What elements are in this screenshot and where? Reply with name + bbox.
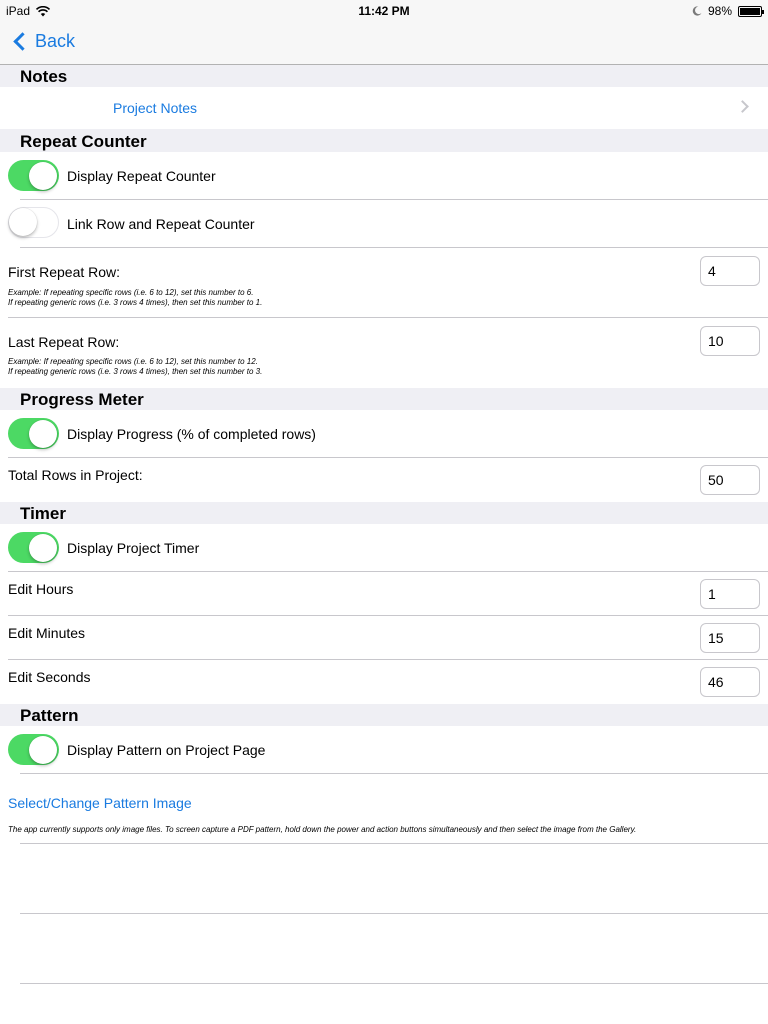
first-repeat-row: First Repeat Row: 4 Example: If repeatin…: [0, 248, 768, 318]
total-rows-row: Total Rows in Project: 50: [0, 458, 768, 502]
separator: [20, 843, 768, 844]
edit-minutes-input[interactable]: 15: [700, 623, 760, 653]
first-repeat-row-input[interactable]: 4: [700, 256, 760, 286]
display-timer-label: Display Project Timer: [67, 540, 200, 556]
battery-icon: [738, 5, 764, 17]
battery-percent: 98%: [707, 4, 732, 18]
edit-hours-input[interactable]: 1: [700, 579, 760, 609]
separator: [20, 983, 768, 984]
display-pattern-toggle[interactable]: [8, 734, 59, 765]
display-repeat-counter-toggle[interactable]: [8, 160, 59, 191]
total-rows-label: Total Rows in Project:: [8, 467, 143, 483]
moon-icon: [692, 6, 702, 16]
total-rows-input[interactable]: 50: [700, 465, 760, 495]
edit-hours-row: Edit Hours 1: [0, 572, 768, 615]
link-row-repeat-row: Link Row and Repeat Counter: [0, 200, 768, 247]
last-repeat-row-input[interactable]: 10: [700, 326, 760, 356]
section-header-repeat-counter: Repeat Counter: [0, 129, 768, 152]
section-header-progress-meter: Progress Meter: [0, 388, 768, 410]
edit-seconds-input[interactable]: 46: [700, 667, 760, 697]
display-progress-toggle[interactable]: [8, 418, 59, 449]
last-repeat-hint: Example: If repeating specific rows (i.e…: [8, 357, 263, 376]
back-label: Back: [35, 31, 76, 51]
edit-hours-label: Edit Hours: [8, 581, 74, 597]
status-time: 11:42 PM: [358, 4, 410, 18]
first-repeat-row-label: First Repeat Row:: [8, 264, 121, 280]
pattern-hint: The app currently supports only image fi…: [8, 825, 637, 834]
link-row-repeat-label: Link Row and Repeat Counter: [67, 216, 255, 232]
edit-minutes-label: Edit Minutes: [8, 625, 86, 641]
display-timer-toggle[interactable]: [8, 532, 59, 563]
back-button[interactable]: Back: [10, 31, 75, 52]
first-repeat-hint: Example: If repeating specific rows (i.e…: [8, 288, 263, 307]
display-repeat-counter-label: Display Repeat Counter: [67, 168, 216, 184]
display-progress-label: Display Progress (% of completed rows): [67, 426, 316, 442]
display-pattern-row: Display Pattern on Project Page: [0, 726, 768, 773]
edit-seconds-row: Edit Seconds 46: [0, 660, 768, 704]
select-pattern-link[interactable]: Select/Change Pattern Image: [8, 795, 192, 811]
display-pattern-label: Display Pattern on Project Page: [67, 742, 266, 758]
nav-bar: Back: [0, 22, 768, 65]
display-repeat-counter-row: Display Repeat Counter: [0, 152, 768, 200]
section-header-notes: Notes: [0, 65, 768, 87]
chevron-right-icon: [736, 100, 749, 113]
chevron-left-icon: [13, 32, 32, 51]
project-notes-link[interactable]: Project Notes: [113, 100, 197, 116]
last-repeat-row-label: Last Repeat Row:: [8, 334, 120, 350]
section-header-pattern: Pattern: [0, 704, 768, 726]
separator: [20, 913, 768, 914]
display-progress-row: Display Progress (% of completed rows): [0, 410, 768, 457]
project-notes-row[interactable]: Project Notes: [0, 87, 768, 129]
edit-minutes-row: Edit Minutes 15: [0, 616, 768, 659]
link-row-repeat-toggle[interactable]: [8, 207, 59, 238]
edit-seconds-label: Edit Seconds: [8, 669, 91, 685]
select-pattern-row: Select/Change Pattern Image The app curr…: [0, 774, 768, 844]
status-bar: iPad 11:42 PM 98%: [0, 0, 768, 22]
display-timer-row: Display Project Timer: [0, 524, 768, 571]
section-header-timer: Timer: [0, 502, 768, 524]
last-repeat-row: Last Repeat Row: 10 Example: If repeatin…: [0, 318, 768, 388]
